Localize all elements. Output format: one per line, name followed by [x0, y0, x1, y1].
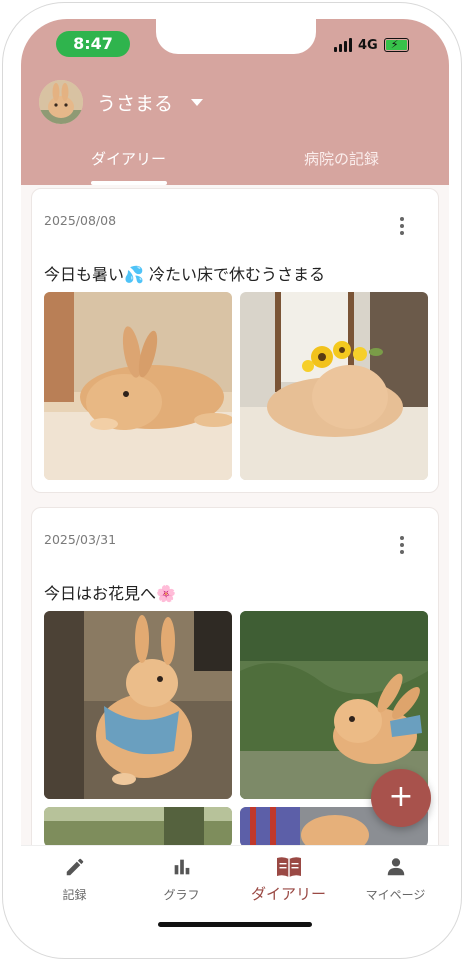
- device-notch: [156, 19, 316, 54]
- tab-diary[interactable]: ダイアリー: [91, 148, 166, 169]
- nav-label: ダイアリー: [250, 885, 326, 903]
- pet-avatar[interactable]: [39, 80, 83, 124]
- network-type: 4G: [358, 37, 378, 53]
- nav-label: マイページ: [365, 888, 426, 902]
- nav-label: グラフ: [163, 888, 200, 902]
- book-icon: [235, 854, 342, 880]
- home-indicator: [158, 922, 312, 927]
- more-options-icon[interactable]: [400, 536, 404, 557]
- app-screen: 8:47 4G ⚡ うさまる ダイアリー 病院の記録 2025/08/08 今日…: [21, 19, 449, 947]
- phone-frame: 8:47 4G ⚡ うさまる ダイアリー 病院の記録 2025/08/08 今日…: [2, 2, 462, 959]
- entry-text: 今日はお花見へ🌸: [44, 584, 176, 603]
- entry-date: 2025/03/31: [44, 532, 117, 547]
- bar-chart-icon: [128, 854, 235, 880]
- diary-feed[interactable]: 2025/08/08 今日も暑い💦 冷たい床で休むうさまる 2025/03/31…: [21, 185, 449, 845]
- app-header: 8:47 4G ⚡ うさまる ダイアリー 病院の記録: [21, 19, 449, 185]
- pencil-icon: [21, 854, 128, 880]
- status-indicators: 4G ⚡: [334, 37, 409, 53]
- bottom-navigation: 記録 グラフ ダイアリー マイページ: [21, 845, 449, 947]
- nav-item-diary[interactable]: ダイアリー: [235, 854, 342, 904]
- chevron-down-icon[interactable]: [191, 99, 203, 106]
- entry-date: 2025/08/08: [44, 213, 117, 228]
- person-icon: [342, 854, 449, 880]
- tab-hospital-records[interactable]: 病院の記録: [304, 148, 379, 169]
- pet-name-selector[interactable]: うさまる: [97, 89, 173, 116]
- entry-photo[interactable]: [44, 611, 232, 799]
- nav-item-record[interactable]: 記録: [21, 854, 128, 903]
- signal-icon: [334, 38, 352, 52]
- entry-photo[interactable]: [240, 292, 428, 480]
- status-time: 8:47: [56, 31, 130, 57]
- entry-text: 今日も暑い💦 冷たい床で休むうさまる: [44, 265, 326, 284]
- battery-icon: ⚡: [383, 38, 409, 52]
- nav-item-graph[interactable]: グラフ: [128, 854, 235, 903]
- entry-photo[interactable]: [44, 807, 232, 845]
- nav-label: 記録: [62, 888, 87, 902]
- add-entry-button[interactable]: +: [371, 769, 431, 827]
- more-options-icon[interactable]: [400, 217, 404, 238]
- diary-entry-card[interactable]: 2025/08/08 今日も暑い💦 冷たい床で休むうさまる: [31, 188, 439, 493]
- nav-item-mypage[interactable]: マイページ: [342, 854, 449, 903]
- entry-photo[interactable]: [44, 292, 232, 480]
